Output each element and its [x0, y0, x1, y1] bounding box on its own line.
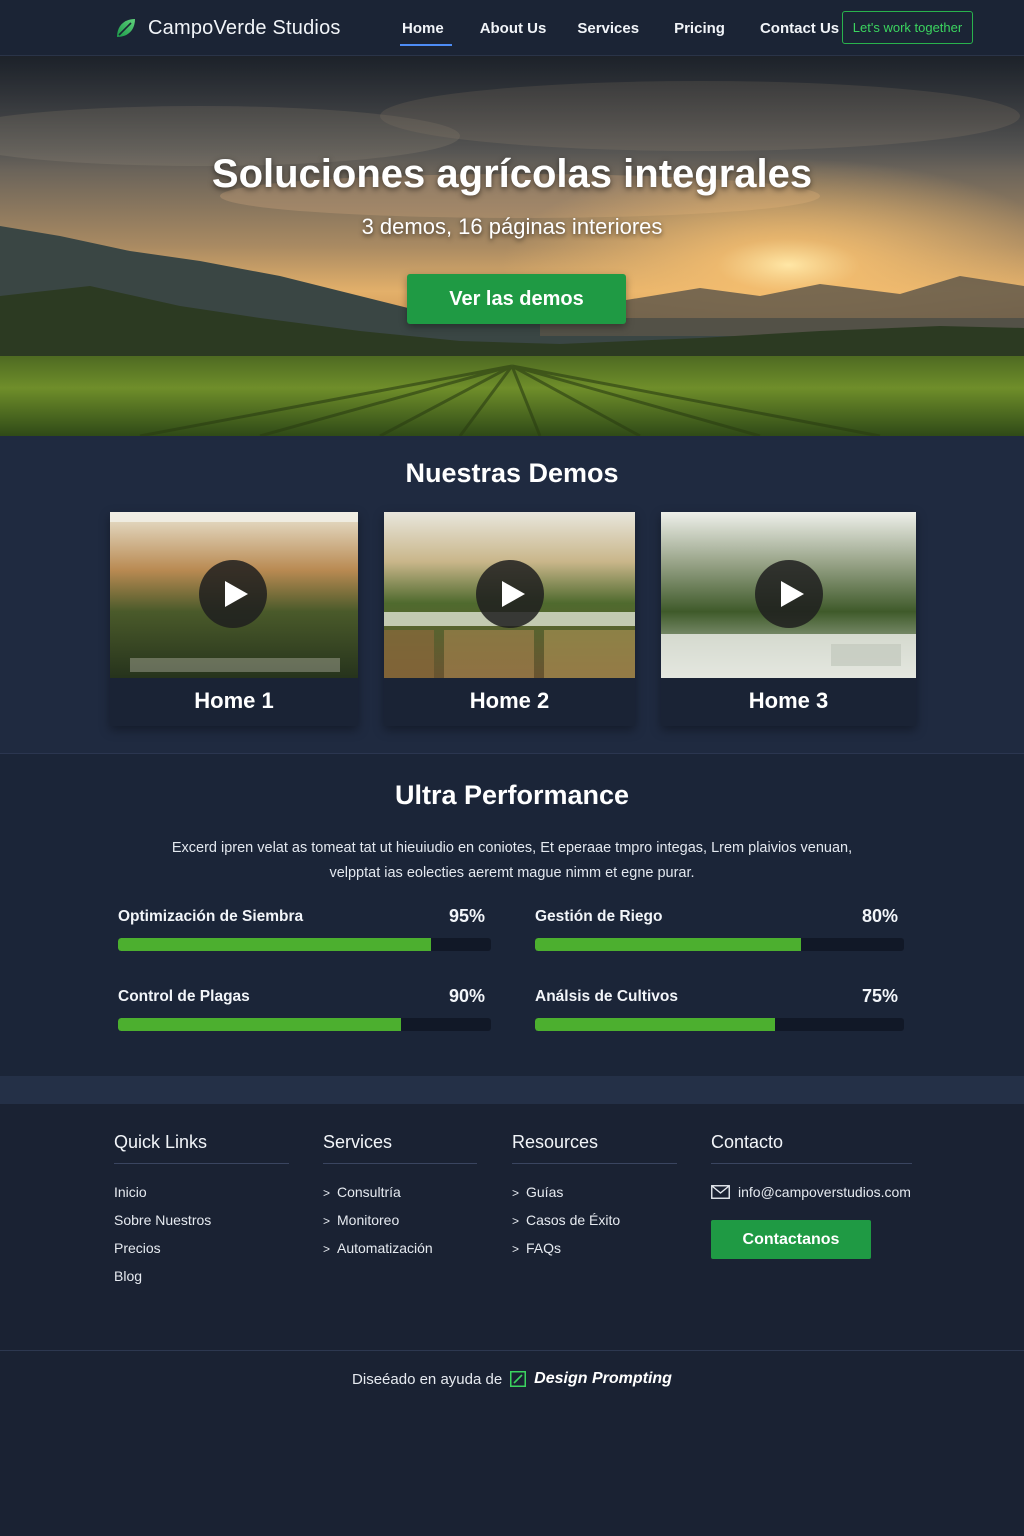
footer-link-inicio[interactable]: Inicio: [114, 1178, 289, 1206]
performance-section: Ultra Performance Excerd ipren velat as …: [0, 754, 1024, 1076]
section-divider-strip: [0, 1076, 1024, 1104]
contact-button[interactable]: Contactanos: [711, 1220, 871, 1259]
skill-bar: Análsis de Cultivos 75%: [535, 986, 904, 1034]
demos-section: Nuestras Demos Home 1 Home 2 Home 3: [0, 436, 1024, 754]
skill-value: 95%: [448, 906, 485, 926]
skill-name: Control de Plagas: [118, 988, 250, 1005]
footer-link-consultria[interactable]: > Consultría: [323, 1178, 477, 1206]
footer-link-monitoreo[interactable]: > Monitoreo: [323, 1206, 477, 1234]
footer-link-label: FAQs: [526, 1240, 562, 1256]
play-button[interactable]: [476, 560, 544, 628]
footer-link-casos[interactable]: > Casos de Éxito: [512, 1206, 677, 1234]
skill-value: 90%: [448, 986, 485, 1006]
chevron-right-icon: >: [512, 1242, 520, 1256]
credit-prefix: Diseéado en ayuda de: [352, 1370, 503, 1388]
play-button[interactable]: [199, 560, 267, 628]
top-navigation: CampoVerde Studios Home About Us Service…: [0, 0, 1024, 56]
leaf-icon: [117, 19, 135, 37]
demo-card-home-1[interactable]: Home 1: [110, 512, 358, 726]
credit-brand[interactable]: Design Prompting: [534, 1370, 672, 1388]
skill-name: Análsis de Cultivos: [535, 988, 678, 1005]
skill-bar: Control de Plagas 90%: [118, 986, 491, 1034]
play-button[interactable]: [755, 560, 823, 628]
footer-link-guias[interactable]: > Guías: [512, 1178, 677, 1206]
hero-subtitle: 3 demos, 16 páginas interiores: [361, 214, 663, 239]
footer-divider: [0, 1350, 1024, 1351]
envelope-icon: [711, 1185, 730, 1199]
demo-card-home-3[interactable]: Home 3: [661, 512, 916, 726]
footer-email[interactable]: info@campoverstudios.com: [711, 1178, 912, 1206]
demo-label: Home 3: [748, 688, 829, 713]
footer-link-automatizacion[interactable]: > Automatización: [323, 1234, 477, 1262]
nav-link-contact[interactable]: Contact Us: [760, 20, 839, 37]
skill-value: 75%: [861, 986, 898, 1006]
footer-credit: Diseéado en ayuda de Design Prompting: [0, 1370, 1024, 1388]
chevron-right-icon: >: [512, 1186, 520, 1200]
footer-contact: Contacto info@campoverstudios.com Contac…: [711, 1132, 912, 1259]
nav-link-home[interactable]: Home: [400, 20, 452, 46]
play-icon: [225, 581, 248, 607]
skill-track: [535, 938, 904, 951]
nav-link-pricing[interactable]: Pricing: [674, 20, 725, 37]
skill-value: 80%: [861, 906, 898, 926]
demos-title: Nuestras Demos: [405, 458, 619, 488]
chevron-right-icon: >: [512, 1214, 520, 1228]
footer-column-title: Resources: [512, 1132, 677, 1164]
demo-label: Home 2: [469, 688, 550, 713]
play-icon: [502, 581, 525, 607]
skill-name: Gestión de Riego: [535, 908, 663, 925]
demo-card-home-2[interactable]: Home 2: [384, 512, 635, 726]
brand[interactable]: CampoVerde Studios: [114, 14, 341, 42]
footer-link-label: Automatización: [337, 1240, 433, 1256]
footer-column-title: Quick Links: [114, 1132, 289, 1164]
footer-link-faqs[interactable]: > FAQs: [512, 1234, 677, 1262]
skill-track: [118, 938, 491, 951]
footer-column-title: Contacto: [711, 1132, 912, 1164]
chevron-right-icon: >: [323, 1242, 331, 1256]
footer-link-label: Consultría: [337, 1184, 401, 1200]
footer-link-precios[interactable]: Precios: [114, 1234, 289, 1262]
chevron-right-icon: >: [323, 1186, 331, 1200]
footer-services: Services > Consultría > Monitoreo > Automat…: [323, 1132, 477, 1262]
skill-fill: [118, 938, 432, 951]
performance-description: Excerd ipren velat as tomeat tat ut hieu…: [171, 840, 853, 881]
footer-resources: Resources > Guías > Casos de Éxito > FAQs: [512, 1132, 677, 1262]
demo-label: Home 1: [194, 688, 274, 713]
skill-fill: [535, 1018, 775, 1031]
footer-email-text: info@campoverstudios.com: [738, 1184, 911, 1200]
hero-background-image: [0, 56, 1024, 436]
hero-section: Soluciones agrícolas integrales 3 demos,…: [0, 56, 1024, 436]
chevron-right-icon: >: [323, 1214, 331, 1228]
footer-quick-links: Quick Links Inicio Sobre Nuestros Precio…: [114, 1132, 289, 1290]
skill-bar: Gestión de Riego 80%: [535, 906, 904, 954]
skill-track: [118, 1018, 491, 1031]
footer: Quick Links Inicio Sobre Nuestros Precio…: [0, 1104, 1024, 1536]
performance-title: Ultra Performance: [394, 780, 630, 810]
skill-track: [535, 1018, 904, 1031]
play-icon: [781, 581, 804, 607]
nav-links: Home About Us Services Pricing Contact U…: [400, 0, 839, 56]
footer-link-label: Monitoreo: [337, 1212, 400, 1228]
work-together-button[interactable]: Let's work together: [842, 11, 973, 44]
footer-link-label: Guías: [526, 1184, 564, 1200]
hero-title: Soluciones agrícolas integrales: [211, 152, 813, 196]
skill-fill: [118, 1018, 402, 1031]
nav-link-services[interactable]: Services: [577, 20, 639, 37]
skill-bar: Optimización de Siembra 95%: [118, 906, 491, 954]
skill-name: Optimización de Siembra: [118, 908, 304, 925]
footer-link-sobre[interactable]: Sobre Nuestros: [114, 1206, 289, 1234]
footer-link-blog[interactable]: Blog: [114, 1262, 289, 1290]
design-prompting-logo-icon: [510, 1371, 527, 1387]
view-demos-button[interactable]: Ver las demos: [407, 274, 626, 324]
skill-fill: [535, 938, 801, 951]
nav-link-about[interactable]: About Us: [480, 20, 547, 37]
brand-name: CampoVerde Studios: [148, 16, 341, 39]
footer-column-title: Services: [323, 1132, 477, 1164]
footer-link-label: Casos de Éxito: [526, 1212, 621, 1228]
